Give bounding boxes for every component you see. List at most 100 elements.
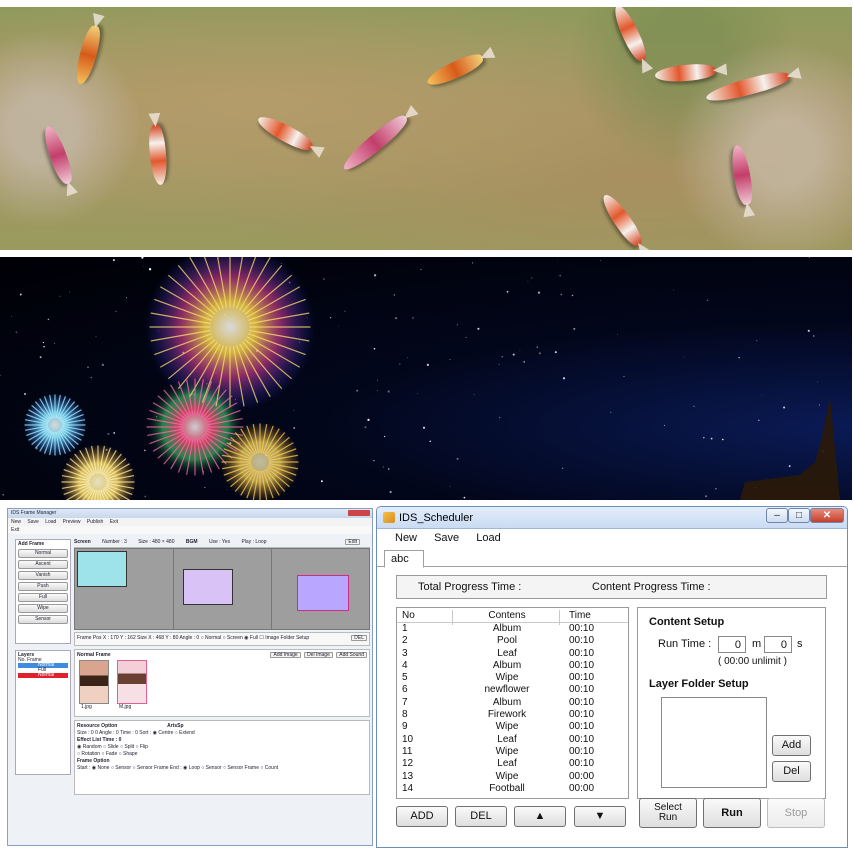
- star: [87, 366, 89, 369]
- folder-del-button[interactable]: Del: [772, 761, 811, 782]
- screen-edit-button[interactable]: Edit: [345, 539, 360, 545]
- row-time: 00:10: [569, 709, 595, 721]
- fm-menu-exit[interactable]: Exit: [110, 519, 118, 525]
- frame-properties-bar: Frame Pos X : 170 Y : 162 Size X : 468 Y…: [74, 632, 370, 646]
- content-list[interactable]: No Contens Time 1 Album 00:10 2 Pool 00:10 3 Le…: [396, 607, 629, 799]
- star: [144, 449, 146, 452]
- star: [47, 318, 50, 321]
- fm-tab[interactable]: Exit: [11, 527, 19, 533]
- table-row[interactable]: 3 Leaf 00:10: [397, 648, 628, 660]
- column-header-time[interactable]: Time: [569, 610, 591, 621]
- run-time-seconds-input[interactable]: 0: [764, 636, 792, 653]
- tab-abc[interactable]: abc: [384, 550, 424, 568]
- table-row[interactable]: 1 Album 00:10: [397, 623, 628, 635]
- frame-del-button[interactable]: DEL: [351, 635, 367, 641]
- add-wipe-frame-button[interactable]: Wipe: [18, 604, 68, 613]
- window-title: IDS_Scheduler: [399, 512, 473, 524]
- add-content-button[interactable]: ADD: [396, 806, 448, 827]
- star: [373, 459, 375, 462]
- table-row[interactable]: 6 newflower 00:10: [397, 684, 628, 696]
- table-row[interactable]: 13 Wipe 00:00: [397, 771, 628, 783]
- maximize-icon[interactable]: □: [788, 508, 810, 523]
- row-time: 00:10: [569, 684, 595, 696]
- minimize-icon[interactable]: –: [766, 508, 788, 523]
- frame-box[interactable]: [77, 551, 127, 587]
- table-row[interactable]: 9 Wipe 00:10: [397, 721, 628, 733]
- layer-row[interactable]: Normal: [18, 673, 68, 678]
- scheduler-window: IDS_Scheduler – □ ✕ New Save Load abc To…: [376, 506, 848, 848]
- layer-folder-list[interactable]: [661, 697, 767, 788]
- run-time-minutes-input[interactable]: 0: [718, 636, 746, 653]
- menu-new[interactable]: New: [395, 532, 417, 544]
- table-row[interactable]: 10 Leaf 00:10: [397, 734, 628, 746]
- fm-menu-preview[interactable]: Preview: [63, 519, 81, 525]
- frame-box[interactable]: [183, 569, 233, 605]
- table-row[interactable]: 2 Pool 00:10: [397, 635, 628, 647]
- select-run-button[interactable]: Select Run: [639, 798, 697, 828]
- star: [783, 406, 786, 409]
- frame-manager-window-controls[interactable]: [348, 510, 370, 516]
- fm-menu-save[interactable]: Save: [27, 519, 38, 525]
- fm-menu-new[interactable]: New: [11, 519, 21, 525]
- table-row[interactable]: 12 Leaf 00:10: [397, 758, 628, 770]
- row-no: 2: [402, 635, 408, 647]
- resource-option-fields[interactable]: Size : 0 0 Angle : 0 Time : 0 Sort : ◉ C…: [77, 730, 367, 737]
- add-vanish-frame-button[interactable]: Vanish: [18, 571, 68, 580]
- add-full-frame-button[interactable]: Full: [18, 593, 68, 602]
- move-up-button[interactable]: ▲: [514, 806, 566, 827]
- content-list-rows: 1 Album 00:10 2 Pool 00:10 3 Leaf 00:10 4 Album 00:…: [397, 623, 628, 795]
- add-ascent-frame-button[interactable]: Ascent: [18, 560, 68, 569]
- add-image-button[interactable]: Add Image: [270, 652, 301, 658]
- star: [0, 374, 1, 377]
- table-row[interactable]: 14 Football 00:00: [397, 783, 628, 795]
- frame-box[interactable]: [297, 575, 349, 611]
- scheduler-titlebar: IDS_Scheduler – □ ✕: [377, 507, 847, 529]
- column-header-no[interactable]: No: [402, 610, 415, 621]
- koi-fish: [339, 111, 411, 175]
- table-row[interactable]: 4 Album 00:10: [397, 660, 628, 672]
- normal-frame-label: Normal Frame: [77, 652, 111, 658]
- image-thumbnail[interactable]: M.jpg: [117, 660, 147, 710]
- effect-list-row-1[interactable]: ◉ Random ○ Slide ○ Split ○ Flip: [77, 744, 367, 751]
- table-row[interactable]: 7 Album 00:10: [397, 697, 628, 709]
- star: [373, 274, 377, 277]
- image-thumbnail[interactable]: 1.jpg: [79, 660, 109, 710]
- delete-content-button[interactable]: DEL: [455, 806, 507, 827]
- star: [15, 331, 18, 334]
- del-image-button[interactable]: Del Image: [304, 652, 333, 658]
- folder-add-button[interactable]: Add: [772, 735, 811, 756]
- row-time: 00:10: [569, 623, 595, 634]
- add-sound-button[interactable]: Add Sound: [336, 652, 367, 658]
- row-no: 8: [402, 709, 408, 721]
- star: [364, 426, 367, 429]
- run-button[interactable]: Run: [703, 798, 761, 828]
- table-row[interactable]: 8 Firework 00:10: [397, 709, 628, 721]
- star: [320, 480, 323, 483]
- column-header-contens[interactable]: Contens: [467, 610, 547, 621]
- table-row[interactable]: 11 Wipe 00:10: [397, 746, 628, 758]
- star: [519, 350, 521, 351]
- stop-button[interactable]: Stop: [767, 798, 825, 828]
- table-row[interactable]: 5 Wipe 00:10: [397, 672, 628, 684]
- menu-save[interactable]: Save: [434, 532, 459, 544]
- star: [42, 341, 45, 344]
- add-normal-frame-button[interactable]: Normal: [18, 549, 68, 558]
- star: [599, 260, 601, 262]
- frame-option-fields[interactable]: Start : ◉ None ○ Sensor ○ Sensor Frame E…: [77, 765, 367, 772]
- move-down-button[interactable]: ▼: [574, 806, 626, 827]
- add-push-frame-button[interactable]: Push: [18, 582, 68, 591]
- star: [560, 293, 563, 296]
- star: [389, 490, 392, 494]
- row-content: Football: [489, 782, 525, 794]
- close-icon[interactable]: ✕: [810, 508, 844, 523]
- fm-menu-load[interactable]: Load: [45, 519, 56, 525]
- star: [43, 345, 45, 348]
- fm-menu-publish[interactable]: Publish: [87, 519, 103, 525]
- add-sensor-frame-button[interactable]: Sensor: [18, 615, 68, 624]
- star: [382, 466, 384, 468]
- effect-list-row-2[interactable]: ○ Rotation ○ Fade ○ Shape: [77, 751, 367, 758]
- star: [554, 351, 557, 354]
- run-time-label: Run Time :: [658, 638, 712, 650]
- menu-load[interactable]: Load: [476, 532, 500, 544]
- row-time: 00:00: [569, 770, 595, 782]
